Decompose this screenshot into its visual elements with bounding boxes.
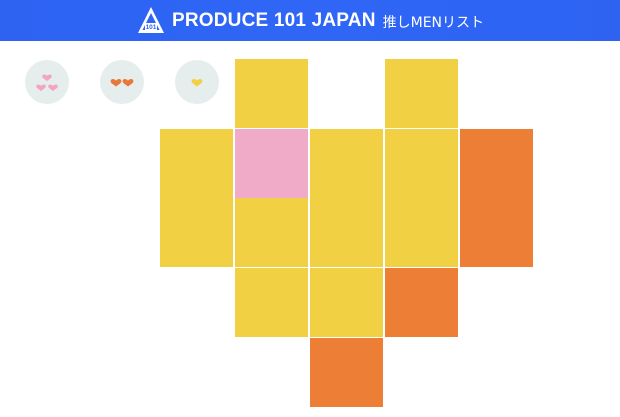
member-tile-yellow[interactable]	[385, 129, 458, 198]
member-tile-yellow[interactable]	[235, 268, 308, 337]
member-tile-yellow[interactable]	[310, 198, 383, 267]
member-tile-orange[interactable]	[460, 198, 533, 267]
member-tile-yellow[interactable]	[160, 129, 233, 198]
member-tile-orange[interactable]	[310, 338, 383, 407]
member-tile-yellow[interactable]	[385, 59, 458, 128]
member-tile-orange[interactable]	[385, 268, 458, 337]
member-tile-yellow[interactable]	[385, 198, 458, 267]
member-tile-yellow[interactable]	[310, 129, 383, 198]
member-tile-yellow[interactable]	[160, 198, 233, 267]
member-tile-yellow[interactable]	[235, 59, 308, 128]
member-tile-orange[interactable]	[460, 129, 533, 198]
member-tile-yellow[interactable]	[235, 198, 308, 267]
member-heart-grid	[0, 0, 620, 417]
member-tile-yellow[interactable]	[310, 268, 383, 337]
member-tile-pink[interactable]	[235, 129, 308, 198]
